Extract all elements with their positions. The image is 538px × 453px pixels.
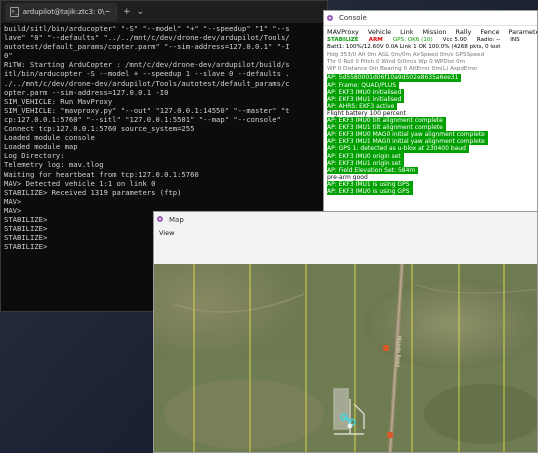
console-message: AP: Field Elevation Set: 584m <box>327 166 537 174</box>
map-title: Map <box>169 215 184 224</box>
console-message-text: AP: EKF3 IMU0 tilt alignment complete <box>327 117 446 125</box>
console-message: AP: AHRS: EKF3 active <box>327 102 537 110</box>
console-status-panel: STABILIZE ARM GPS: OK6 (10) Vcc 5.00 Rad… <box>324 37 537 73</box>
terminal-line: Loaded module map <box>4 142 78 152</box>
map-menu-view[interactable]: View <box>159 229 174 237</box>
console-menu-rally[interactable]: Rally <box>456 28 472 36</box>
console-menu-mission[interactable]: Mission <box>422 28 446 36</box>
altitude-status: Hdg 353/0 Alt 0m AGL 0m/0m AirSpeed 0m/s… <box>327 51 485 58</box>
console-message: pre-arm good <box>327 174 537 181</box>
map-road-marker <box>383 345 389 351</box>
console-message-text: AP: AHRS: EKF3 active <box>327 102 398 110</box>
terminal-line: opter.parm --sim-address=127.0.0.1 -I0 <box>4 87 169 97</box>
console-message: AP: EKF3 IMU1 is using GPS <box>327 180 537 188</box>
console-message-text: AP: 5d5580001d06f10a9d502e8635a6ee31 <box>327 74 462 82</box>
console-menu-mavproxy[interactable]: MAVProxy <box>327 28 359 36</box>
terminal-line: build/sitl/bin/arducopter" "-S" "--model… <box>4 24 290 33</box>
terminal-line: Connect tcp:127.0.0.1:5760 source_system… <box>4 124 195 134</box>
console-message-text: AP: EKF3 IMU1 MAG0 initial yaw alignment… <box>327 138 488 146</box>
console-message-text: AP: EKF3 IMU0 MAG0 initial yaw alignment… <box>327 131 488 139</box>
gps-status: GPS: OK6 (10) <box>392 37 433 43</box>
console-menu-fence[interactable]: Fence <box>480 28 499 36</box>
battery-link-status: Batt1: 100%/12.60V 0.0A Link 1 OK 100.0%… <box>327 44 501 51</box>
new-tab-button[interactable]: + <box>123 7 131 17</box>
console-message: AP: EKF3 IMU1 origin set <box>327 159 537 167</box>
console-message-text: AP: EKF3 IMU0 initialised <box>327 88 405 96</box>
terminal-line: 0" <box>4 51 13 61</box>
terminal-line: lave" "0" "--defaults" "../../mnt/c/dev/… <box>4 33 290 43</box>
console-message: AP: EKF3 IMU0 is using GPS <box>327 187 537 196</box>
satellite-map-view[interactable]: Mondo Road <box>154 264 537 452</box>
app-logo-icon <box>327 14 336 23</box>
terminal-line: RiTW: Starting ArduCopter : /mnt/c/dev/d… <box>4 60 290 70</box>
console-message: AP: EKF3 IMU1 tilt alignment complete <box>327 124 537 132</box>
terminal-line: SIM_VEHICLE: "mavproxy.py" "--out" "127.… <box>4 105 290 115</box>
terminal-line: cp:127.0.0.1:5760" "--sitl" "127.0.0.1:5… <box>4 114 281 124</box>
console-message-text: AP: EKF3 IMU1 origin set <box>327 159 404 167</box>
terrain-patch <box>364 279 537 369</box>
console-message-log[interactable]: AP: 5d5580001d06f10a9d502e8635a6ee31 AP: … <box>324 74 537 196</box>
console-message-text: AP: EKF3 IMU1 tilt alignment complete <box>327 124 446 132</box>
terminal-tab-title: ardupilot@tajik:ztc3: 0\~ <box>22 8 111 16</box>
console-menu-link[interactable]: Link <box>400 28 413 36</box>
terminal-line: Log Directory: <box>4 151 65 161</box>
console-message-text: AP: EKF3 IMU0 origin set <box>327 152 404 160</box>
console-message: AP: GPS 1: detected as u-blox at 230400 … <box>327 145 537 153</box>
console-message: AP: EKF3 IMU1 MAG0 initial yaw alignment… <box>327 138 537 146</box>
console-message: AP: EKF3 IMU0 initialised <box>327 88 537 96</box>
terminal-line: MAV> <box>4 196 22 206</box>
close-icon[interactable]: × <box>115 8 117 17</box>
map-road-marker <box>387 432 393 438</box>
home-marker <box>347 423 353 429</box>
console-title: Console <box>339 14 367 22</box>
console-menu-vehicle[interactable]: Vehicle <box>368 28 391 36</box>
console-message: AP: EKF3 IMU0 origin set <box>327 152 537 160</box>
console-message: Flight battery 100 percent <box>327 110 537 117</box>
console-message: AP: 5d5580001d06f10a9d502e8635a6ee31 <box>327 74 537 82</box>
map-title-bar: Map <box>154 212 537 227</box>
ins-status: INS <box>510 37 520 43</box>
console-message-text: AP: EKF3 IMU0 is using GPS <box>327 187 413 196</box>
console-message-text: Flight battery 100 percent <box>327 109 406 117</box>
console-message: AP: EKF3 IMU1 initialised <box>327 95 537 103</box>
terminal-line: MAV> Detected vehicle 1:1 on link 0 <box>4 178 156 188</box>
console-message-text: AP: EKF3 IMU1 initialised <box>327 95 405 103</box>
terminal-tab[interactable]: >_ ardupilot@tajik:ztc3: 0\~ × <box>5 3 117 21</box>
waypoint-status: WP 0 Distance 0m Bearing 0 AltError 0m(L… <box>327 66 478 73</box>
terminal-line: Waiting for heartbeat from tcp:127.0.0.1… <box>4 169 199 179</box>
terminal-line: itl/bin/arducopter -S --model + --speedu… <box>4 69 290 79</box>
console-title-bar: Console <box>324 11 537 26</box>
map-menu-bar: View <box>154 227 537 239</box>
console-message: AP: EKF3 IMU0 tilt alignment complete <box>327 117 537 125</box>
terminal-line: autotest/default_params/copter.parm" "--… <box>4 42 290 52</box>
console-message-text: AP: Field Elevation Set: 584m <box>327 166 419 174</box>
terminal-line: ./../mnt/c/dev/drone-dev/ardupilot/Tools… <box>4 78 290 88</box>
console-message-text: AP: EKF3 IMU1 is using GPS <box>327 180 413 188</box>
console-message: AP: EKF3 IMU0 MAG0 initial yaw alignment… <box>327 131 537 139</box>
terminal-line: STABILIZE> Received 1319 parameters (ftp… <box>4 187 182 197</box>
arm-status: ARM <box>368 37 383 43</box>
radio-status: Radio: -- <box>476 37 501 43</box>
terminal-line: Telemetry log: mav.tlog <box>4 160 104 170</box>
terrain-patch <box>164 379 324 449</box>
terminal-line: Loaded module console <box>4 133 95 143</box>
console-menu-parameter[interactable]: Parameter <box>508 28 537 36</box>
app-logo-icon <box>157 215 166 224</box>
terminal-tab-bar: >_ ardupilot@tajik:ztc3: 0\~ × + ⌄ <box>1 1 327 23</box>
map-window: Map View Mondo Road <box>153 211 538 453</box>
console-message-text: AP: Frame: QUAD/PLUS <box>327 81 399 89</box>
console-message-text: pre-arm good <box>327 173 368 181</box>
vcc-status: Vcc 5.00 <box>442 37 467 43</box>
terminal-icon: >_ <box>10 7 19 17</box>
chevron-down-icon[interactable]: ⌄ <box>137 7 145 17</box>
flight-mode: STABILIZE <box>327 37 359 43</box>
console-menu-bar: MAVProxy Vehicle Link Mission Rally Fence Para… <box>324 26 537 37</box>
attitude-status: Thr 0 Roll 0 Pitch 0 Wind 0/0m/s Wp 0 WP… <box>327 58 466 65</box>
console-message-text: AP: GPS 1: detected as u-blox at 230400 … <box>327 145 469 153</box>
console-message: AP: Frame: QUAD/PLUS <box>327 81 537 89</box>
terminal-line: SIM_VEHICLE: Run MavProxy <box>4 96 113 106</box>
